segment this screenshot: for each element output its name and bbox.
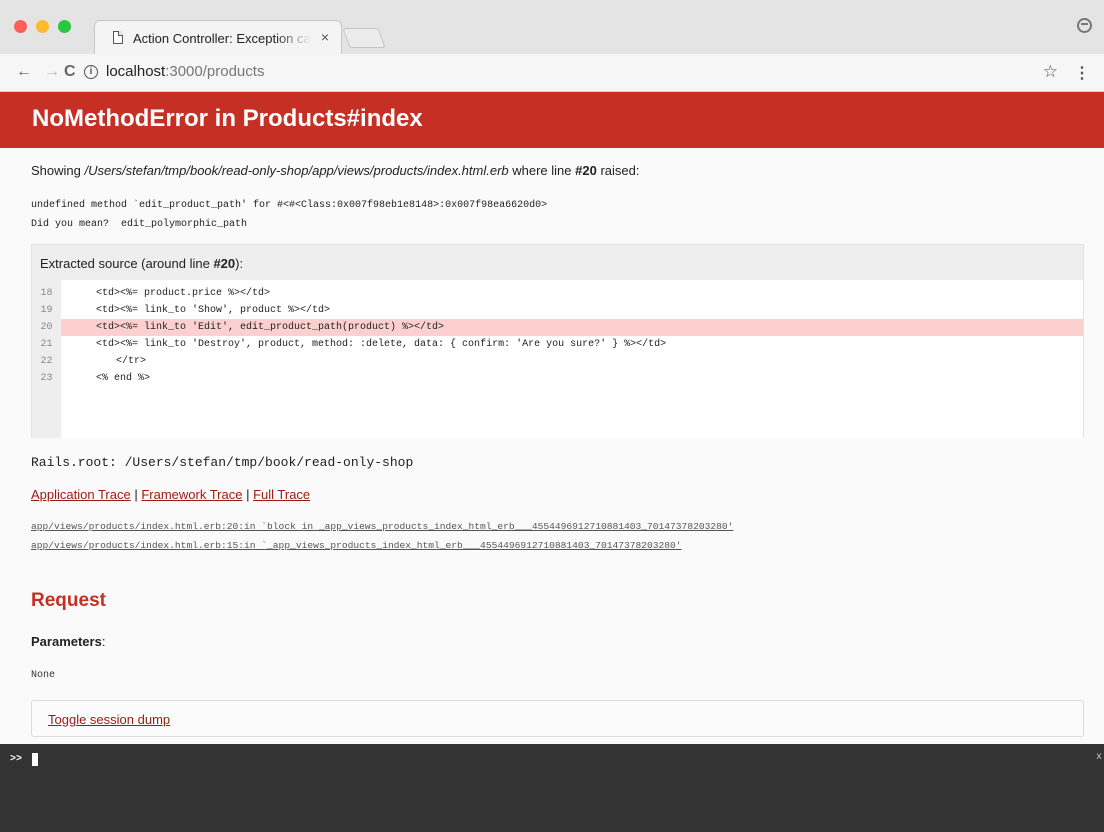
parameters-colon: : <box>101 634 106 649</box>
showing-prefix: Showing <box>31 163 85 178</box>
profile-icon[interactable] <box>1077 18 1092 33</box>
error-header: NoMethodError in Products#index <box>0 92 1104 148</box>
browser-tab[interactable]: Action Controller: Exception ca × <box>94 20 342 54</box>
code-line: 23 <% end %> <box>32 370 1083 387</box>
parameters-value: None <box>31 670 56 681</box>
line-code: <td><%= link_to 'Destroy', product, meth… <box>96 339 667 350</box>
source-caption: Extracted source (around line #20): <box>40 256 243 271</box>
showing-suffix: raised: <box>596 163 640 178</box>
console-close-icon[interactable]: x <box>1096 752 1102 763</box>
highlighted-code-line: 20 <td><%= link_to 'Edit', edit_product_p… <box>32 319 1083 336</box>
new-tab-button[interactable] <box>342 28 386 48</box>
url-path: :3000/products <box>165 63 265 80</box>
parameters-label: Parameters: <box>31 634 105 649</box>
framework-trace-link[interactable]: Framework Trace <box>141 487 242 502</box>
template-path: /Users/stefan/tmp/book/read-only-shop/ap… <box>84 163 509 178</box>
full-trace-link[interactable]: Full Trace <box>253 487 310 502</box>
forward-icon[interactable]: → <box>44 63 60 81</box>
tab-close-icon[interactable]: × <box>321 29 329 45</box>
code-line: 18 <td><%= product.price %></td> <box>32 285 1083 302</box>
tab-title: Action Controller: Exception ca <box>133 31 311 46</box>
line-code: </tr> <box>104 356 147 367</box>
error-message-line: undefined method `edit_product_path' for… <box>31 200 548 211</box>
window-controls <box>14 20 71 33</box>
line-number: 18 <box>40 288 53 299</box>
error-location: Showing /Users/stefan/tmp/book/read-only… <box>31 163 639 178</box>
trace-line[interactable]: app/views/products/index.html.erb:15:in … <box>31 540 682 551</box>
caption-suffix: ): <box>235 256 244 271</box>
line-number: 21 <box>40 339 53 350</box>
reload-icon[interactable]: C <box>64 63 76 81</box>
browser-tab-bar: Action Controller: Exception ca × <box>0 0 1104 54</box>
web-console[interactable]: >> x <box>0 744 1104 832</box>
code-line: 22 </tr> <box>32 353 1083 370</box>
error-page: NoMethodError in Products#index Showing … <box>0 92 1104 744</box>
caption-prefix: Extracted source (around line <box>40 256 214 271</box>
trace-line[interactable]: app/views/products/index.html.erb:20:in … <box>31 521 733 532</box>
browser-toolbar: ← → C i localhost:3000/products ☆ ⋮ <box>0 54 1104 92</box>
console-cursor <box>32 753 38 766</box>
line-code: <td><%= product.price %></td> <box>96 288 271 299</box>
close-window-button[interactable] <box>14 20 27 33</box>
console-prompt: >> <box>10 754 23 765</box>
parameters-label-text: Parameters <box>31 634 102 649</box>
page-title: NoMethodError in Products#index <box>32 105 423 132</box>
source-code: 18 <td><%= product.price %></td> 19 <td><%… <box>32 280 1083 438</box>
line-code: <td><%= link_to 'Show', product %></td> <box>96 305 331 316</box>
info-icon[interactable]: i <box>84 65 98 79</box>
browser-menu-icon[interactable]: ⋮ <box>1074 63 1090 83</box>
line-number: 22 <box>40 356 53 367</box>
zoom-window-button[interactable] <box>58 20 71 33</box>
address-bar[interactable]: localhost:3000/products <box>106 63 264 80</box>
did-you-mean: Did you mean? edit_polymorphic_path <box>31 219 248 230</box>
page-icon <box>113 31 123 44</box>
request-heading: Request <box>31 590 106 611</box>
line-number: 23 <box>40 373 53 384</box>
back-icon[interactable]: ← <box>16 63 32 81</box>
extracted-source: Extracted source (around line #20): 18 <t… <box>31 244 1084 438</box>
error-message: undefined method `edit_product_path' for… <box>31 196 547 234</box>
session-dump-panel: Toggle session dump <box>31 700 1084 737</box>
rails-root: Rails.root: /Users/stefan/tmp/book/read-… <box>31 455 414 470</box>
toggle-session-dump-link[interactable]: Toggle session dump <box>48 712 170 727</box>
line-reference: #20 <box>575 163 597 178</box>
line-code: <td><%= link_to 'Edit', edit_product_pat… <box>96 322 445 333</box>
trace-links: Application Trace | Framework Trace | Fu… <box>31 487 310 502</box>
caption-line: #20 <box>213 256 236 271</box>
code-line: 21 <td><%= link_to 'Destroy', product, me… <box>32 336 1083 353</box>
url-host: localhost <box>106 63 166 80</box>
bookmark-star-icon[interactable]: ☆ <box>1043 62 1058 82</box>
showing-middle: where line <box>508 163 576 178</box>
line-number: 20 <box>40 322 53 333</box>
separator: | <box>130 487 142 502</box>
application-trace-link[interactable]: Application Trace <box>31 487 131 502</box>
minimize-window-button[interactable] <box>36 20 49 33</box>
code-line: 19 <td><%= link_to 'Show', product %></td… <box>32 302 1083 319</box>
separator: | <box>242 487 254 502</box>
line-number: 19 <box>40 305 53 316</box>
line-code: <% end %> <box>96 373 151 384</box>
